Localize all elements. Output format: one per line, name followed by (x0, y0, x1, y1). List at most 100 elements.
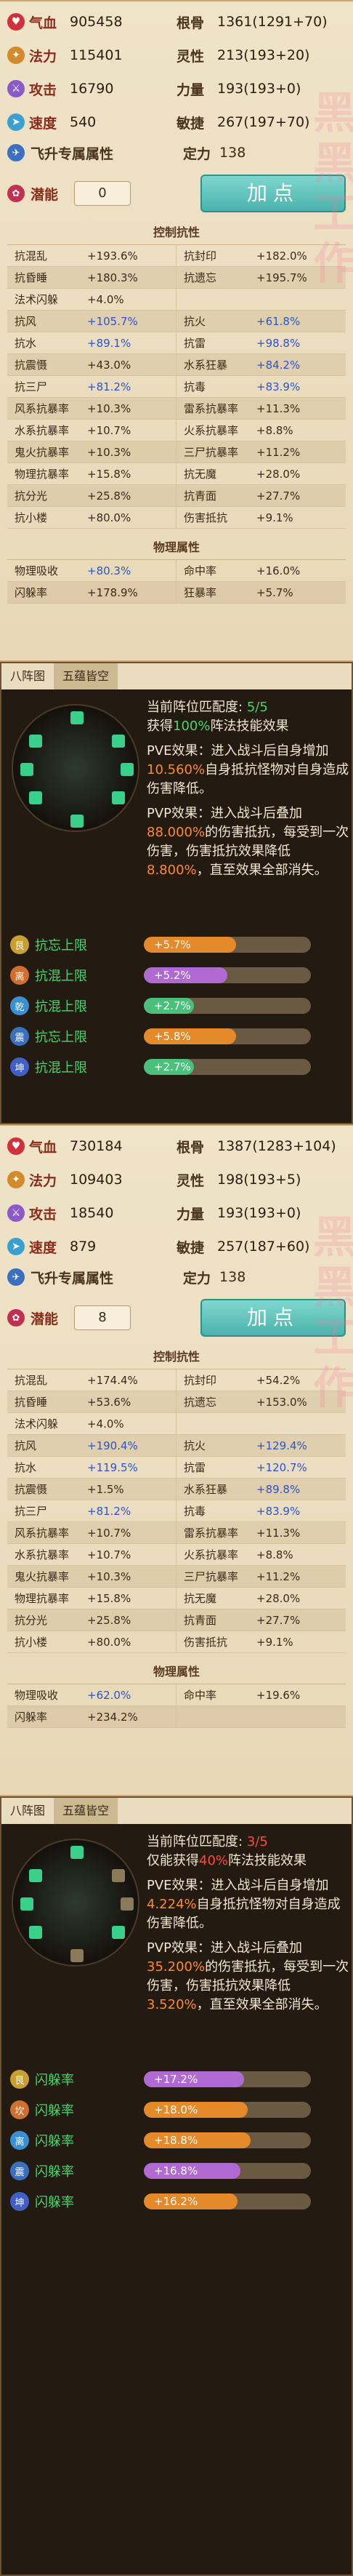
phys-title: 物理属性 (153, 540, 200, 554)
fly-label: 飞升专属属性 (31, 1270, 114, 1287)
stat-key: 法术闪躲 (15, 293, 59, 306)
stat-cell: 水系抗暴率 +10.7% (7, 420, 176, 441)
stat-value: +4.0% (87, 1417, 124, 1431)
progress-text: +16.8% (154, 2164, 198, 2177)
stat-value: +89.1% (87, 336, 131, 350)
stat-cell (176, 289, 346, 311)
stat-cell: 火系抗暴率 +8.8% (176, 1544, 346, 1566)
progress-bar: +18.8% (144, 2132, 311, 2148)
stat-key: 风系抗暴率 (15, 402, 70, 415)
trigram-icon (70, 711, 84, 724)
stat-value: +119.5% (87, 1460, 138, 1474)
match-value: 5/5 (246, 700, 268, 715)
stat-key: 抗毒 (184, 380, 206, 393)
attr-agility: 敏捷 257(187+60) (176, 1232, 346, 1261)
stat-key: 水系抗暴率 (15, 424, 70, 437)
stat-key: 抗震慑 (15, 359, 48, 372)
stat-value: +15.8% (87, 1591, 131, 1605)
stat-cell: 抗水 +119.5% (7, 1457, 176, 1479)
stat-key: 抗混乱 (15, 249, 48, 263)
formation-tabs: 八阵图 五蕴皆空 (1, 663, 352, 689)
stat-key: 三尸抗暴率 (184, 446, 239, 459)
ding-label: 定力 (183, 1270, 211, 1287)
stat-key: 抗雷 (184, 1461, 206, 1474)
formation-info: 当前阵位匹配度: 5/5 获得100%阵法技能效果 PVE效果：进入战斗后自身增… (147, 698, 350, 886)
stat-value: +11.2% (256, 1569, 301, 1583)
stat-key: 命中率 (184, 564, 217, 577)
stat-key: 物理吸收 (15, 1689, 59, 1702)
formation-row: 震闪躲率 +16.8% (6, 2156, 347, 2186)
progress-text: +5.2% (154, 969, 191, 982)
tab-bazhentu[interactable]: 八阵图 (1, 1798, 54, 1824)
match-label: 当前阵位匹配度: (147, 1834, 243, 1849)
stat-key: 抗昏睡 (15, 1396, 48, 1409)
formation-row: 坤抗混上限 +2.7% (6, 1052, 347, 1082)
stat-value: +10.7% (87, 423, 131, 437)
trigram-badge: 震 (10, 1027, 29, 1046)
stat-cell: 抗遗忘 +195.7% (176, 267, 346, 289)
trigram-badge: 艮 (10, 935, 29, 954)
stat-cell: 风系抗暴率 +10.3% (7, 398, 176, 420)
add-point-button[interactable]: 加点 (200, 1299, 346, 1337)
stat-key: 雷系抗暴率 (184, 1527, 239, 1540)
row-label: 抗混上限 (35, 969, 87, 984)
stat-key: 雷系抗暴率 (184, 402, 239, 415)
fly-row: ✈ 飞升专属属性 定力 138 (7, 138, 346, 167)
ding-value: 138 (219, 145, 246, 161)
add-point-button[interactable]: 加点 (200, 175, 346, 212)
stat-cell: 闪躲率 +234.2% (7, 1706, 176, 1728)
attr-agility: 敏捷 267(197+70) (176, 108, 346, 137)
potential-icon: ✿ (7, 1309, 25, 1327)
stat-value: +105.7% (87, 314, 138, 328)
trigram-badge: 震 (10, 2161, 29, 2180)
trigram-icon (29, 791, 42, 804)
ding-value: 138 (219, 1269, 246, 1285)
pvp-pct2: 3.520% (147, 1997, 197, 2012)
stat-cell: 抗水 +89.1% (7, 332, 176, 354)
stat-cell: 命中率 +16.0% (176, 560, 346, 582)
attr-value: 1361(1291+70) (217, 14, 328, 30)
pvp-pre: PVP效果：进入战斗后叠加 (147, 1940, 303, 1956)
gain-pre: 获得 (147, 719, 173, 734)
tab-wuyun[interactable]: 五蕴皆空 (54, 1798, 118, 1824)
stat-key: 火系抗暴率 (184, 424, 239, 437)
stat-value: +193.6% (87, 249, 138, 263)
stat-value: +83.9% (256, 1504, 301, 1518)
stat-value: +195.7% (256, 271, 307, 284)
stat-value: +190.4% (87, 1439, 138, 1452)
pvp-pct: 88.000% (147, 825, 206, 840)
stat-cell: 抗无魔 +28.0% (176, 463, 346, 485)
stat-value: +61.8% (256, 314, 301, 328)
stat-value: +182.0% (256, 249, 307, 263)
stat-cell: 抗三尸 +81.2% (7, 376, 176, 398)
attr-spirit: 灵性 198(193+5) (176, 1165, 346, 1194)
pve-pre: PVE效果：进入战斗后自身增加 (147, 743, 329, 759)
pvp-pct2: 8.800% (147, 863, 197, 878)
stat-key: 水系抗暴率 (15, 1548, 70, 1561)
attr-value: 115401 (70, 47, 123, 63)
stat-cell: 抗风 +105.7% (7, 311, 176, 332)
stat-key: 抗震慑 (15, 1483, 48, 1496)
stat-value: +25.8% (87, 489, 131, 503)
stat-key: 抗毒 (184, 1505, 206, 1518)
stat-cell: 抗混乱 +193.6% (7, 245, 176, 267)
attr-hp: ♥ 气血 730184 (7, 1132, 176, 1161)
attr-bone: 根骨 1361(1291+70) (176, 7, 346, 36)
stat-value: +10.7% (87, 1526, 131, 1540)
tab-wuyun[interactable]: 五蕴皆空 (54, 663, 118, 689)
stat-value: +11.2% (256, 445, 301, 459)
attr-speed: ➤ 速度 879 (7, 1232, 176, 1261)
gain-post: 阵法技能效果 (228, 1853, 307, 1868)
trigram-icon (20, 1897, 33, 1911)
stat-value: +8.8% (256, 1548, 293, 1561)
progress-bar: +17.2% (144, 2071, 311, 2087)
trigram-icon (112, 735, 125, 748)
stat-key: 闪躲率 (15, 586, 48, 599)
formation-row: 乾抗混上限 +2.7% (6, 991, 347, 1021)
stat-value: +9.1% (256, 511, 293, 524)
formation-row: 艮抗忘上限 +5.7% (6, 929, 347, 960)
attr-attack: ⚔ 攻击 16790 (7, 74, 176, 103)
tab-bazhentu[interactable]: 八阵图 (1, 663, 54, 689)
stat-cell: 抗青面 +27.7% (176, 1609, 346, 1631)
stat-cell: 抗无魔 +28.0% (176, 1588, 346, 1609)
